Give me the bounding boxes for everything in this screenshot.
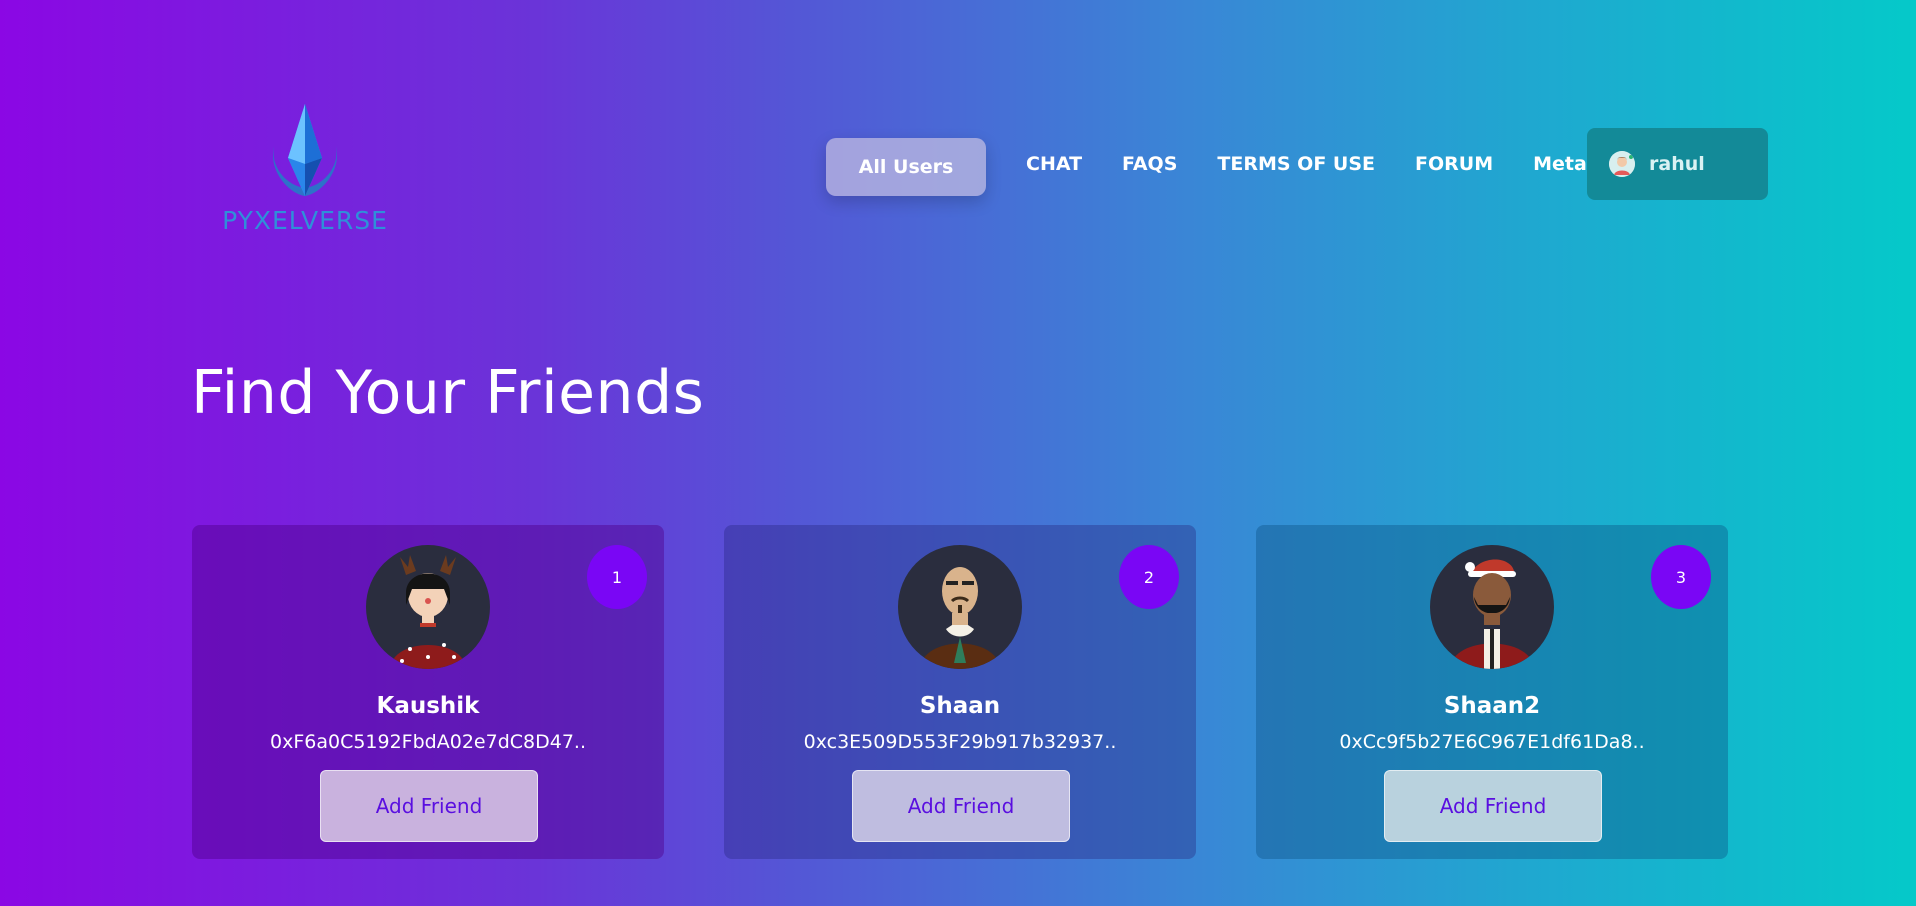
- nav-faqs[interactable]: FAQS: [1122, 153, 1177, 175]
- user-profile-button[interactable]: rahul: [1587, 128, 1768, 200]
- diamond-crystal-icon: [272, 104, 338, 196]
- friend-card: 3 Shaan2 0xCc9f5b27E6C967E1df61Da8.. Add…: [1256, 525, 1728, 859]
- brand-name: PYXELVERSE: [222, 206, 388, 235]
- nav-forum[interactable]: FORUM: [1415, 153, 1493, 175]
- add-friend-button[interactable]: Add Friend: [852, 770, 1070, 842]
- main-nav: All Users CHAT FAQS TERMS OF USE FORUM M…: [826, 128, 1587, 200]
- rank-badge: 2: [1119, 545, 1179, 609]
- nav-meta[interactable]: Meta: [1533, 153, 1587, 175]
- santa-hat-man-avatar-icon: [1430, 545, 1554, 669]
- wallet-address: 0xc3E509D553F29b917b32937..: [803, 731, 1117, 753]
- brand-logo[interactable]: PYXELVERSE: [210, 102, 400, 242]
- add-friend-button[interactable]: Add Friend: [1384, 770, 1602, 842]
- friend-name: Kaushik: [376, 693, 480, 719]
- user-name: rahul: [1649, 153, 1705, 175]
- friend-card: 2 Shaan 0xc3E509D553F29b917b32937.. Add …: [724, 525, 1196, 859]
- nav-chat[interactable]: CHAT: [1026, 153, 1082, 175]
- reindeer-girl-avatar-icon: [366, 545, 490, 669]
- rank-badge: 3: [1651, 545, 1711, 609]
- nav-all-users[interactable]: All Users: [826, 138, 986, 196]
- rank-badge: 1: [587, 545, 647, 609]
- bald-man-avatar-icon: [898, 545, 1022, 669]
- wallet-address: 0xF6a0C5192FbdA02e7dC8D47..: [269, 731, 586, 753]
- user-avatar-icon: [1609, 151, 1635, 177]
- friend-name: Shaan: [919, 693, 1001, 719]
- add-friend-button[interactable]: Add Friend: [320, 770, 538, 842]
- nav-terms-of-use[interactable]: TERMS OF USE: [1217, 153, 1375, 175]
- page-title: Find Your Friends: [191, 358, 705, 428]
- friend-name: Shaan2: [1443, 693, 1541, 719]
- wallet-address: 0xCc9f5b27E6C967E1df61Da8..: [1339, 731, 1645, 753]
- friend-card: 1 Kaushik 0xF6a0C5192FbdA02e7dC8D47.. Ad…: [192, 525, 664, 859]
